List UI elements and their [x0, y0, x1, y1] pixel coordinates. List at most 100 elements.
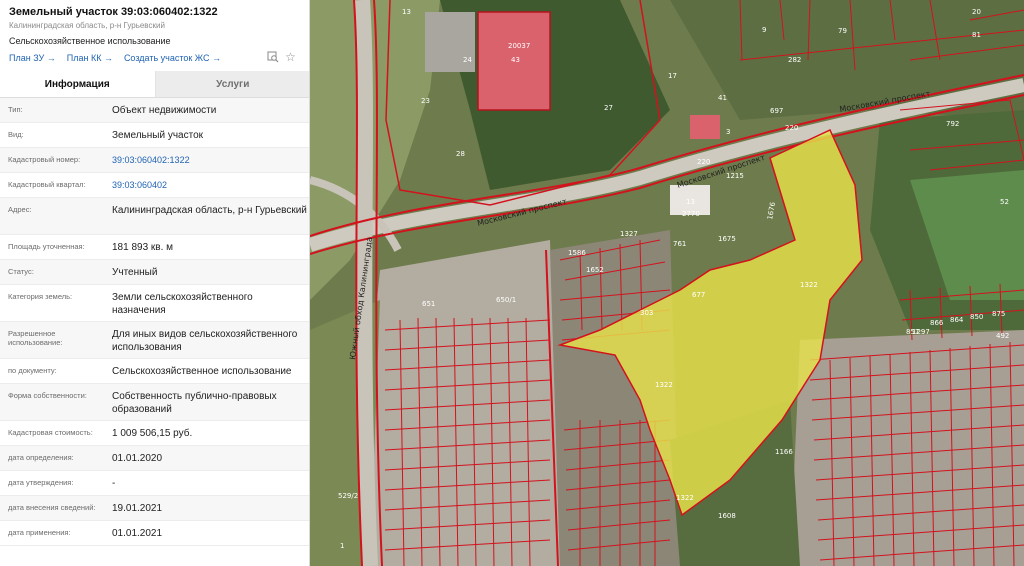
tab-bar: Информация Услуги: [0, 71, 309, 98]
parcel-number: 3: [726, 128, 730, 136]
row-label: дата внесения сведений:: [8, 503, 96, 512]
parcel-number: 866: [930, 319, 944, 327]
parcel-address-short: Калининградская область, р-н Гурьевский: [9, 21, 165, 30]
parcel-number: 1675: [718, 235, 736, 243]
info-row-date-approved: дата утверждения: -: [0, 471, 309, 496]
row-value: Объект недвижимости: [112, 105, 217, 116]
star-icon[interactable]: ☆: [284, 51, 297, 64]
row-value: 01.01.2021: [112, 528, 163, 539]
map-canvas[interactable]: Московский проспект Московский проспект …: [310, 0, 1024, 566]
row-label: Адрес:: [8, 205, 32, 214]
parcel-number: 303: [640, 309, 653, 317]
create-plot-link[interactable]: Создать участок ЖС →: [124, 53, 221, 63]
row-label: Тип:: [8, 105, 23, 114]
parcel-number: 677: [692, 291, 705, 299]
parcel-number: 20: [972, 8, 981, 16]
info-row-land-category: Категория земель: Земли сельскохозяйстве…: [0, 285, 309, 322]
parcel-number: 2770: [682, 210, 700, 218]
parcel-number: 20037: [508, 42, 530, 50]
row-value: 181 893 кв. м: [112, 242, 174, 253]
row-label: Кадастровый номер:: [8, 155, 81, 164]
info-row-cadastral-value: Кадастровая стоимость: 1 009 506,15 руб.: [0, 421, 309, 446]
row-label: Кадастровая стоимость:: [8, 428, 93, 437]
parcel-number: 52: [1000, 198, 1009, 206]
parcel-number: 792: [946, 120, 959, 128]
parcel-number: 651: [422, 300, 435, 308]
parcel-number: 1297: [912, 328, 930, 336]
parcel-number: 650/1: [496, 296, 516, 304]
row-value: Калининградская область, р-н Гурьевский: [112, 205, 307, 216]
parcel-number: 17: [668, 72, 677, 80]
parcel-number: 9: [762, 26, 766, 34]
cadastral-map[interactable]: Московский проспект Московский проспект …: [310, 0, 1024, 566]
parcel-number: 282: [788, 56, 801, 64]
parcel-number-highlight: 1322: [800, 281, 818, 289]
row-label: дата применения:: [8, 528, 71, 537]
parcel-number: 1215: [726, 172, 744, 180]
info-row-cadastral-quarter: Кадастровый квартал: 39:03:060402: [0, 173, 309, 198]
parcel-number: 24: [463, 56, 472, 64]
info-row-address: Адрес: Калининградская область, р-н Гурь…: [0, 198, 309, 235]
parcel-number: 43: [511, 56, 520, 64]
info-row-date-applied: дата применения: 01.01.2021: [0, 521, 309, 546]
parcel-number: 81: [972, 31, 981, 39]
row-value: Земли сельскохозяйственного назначения: [112, 292, 253, 316]
row-label: дата утверждения:: [8, 478, 74, 487]
row-value: 19.01.2021: [112, 503, 163, 514]
plan-links: План ЗУ → План КК → Создать участок ЖС →: [9, 53, 221, 63]
tab-services[interactable]: Услуги: [155, 71, 309, 97]
row-value: 01.01.2020: [112, 453, 163, 464]
search-location-icon[interactable]: [266, 51, 279, 64]
parcel-number: 27: [604, 104, 613, 112]
cadastral-quarter-link[interactable]: 39:03:060402: [112, 179, 307, 192]
parcel-number: 220: [697, 158, 710, 166]
parcel-number: 864: [950, 316, 964, 324]
row-value: Земельный участок: [112, 130, 204, 141]
row-value: Учтенный: [112, 267, 158, 278]
row-label: Вид:: [8, 130, 24, 139]
tab-information[interactable]: Информация: [0, 71, 156, 97]
parcel-number: 1652: [586, 266, 604, 274]
info-panel: Земельный участок 39:03:060402:1322 Кали…: [0, 0, 310, 566]
parcel-number: 23: [421, 97, 430, 105]
row-label: Категория земель:: [8, 292, 73, 301]
parcel-number: 697: [770, 107, 783, 115]
building: [690, 115, 720, 139]
parcel-purpose: Сельскохозяйственное использование: [9, 36, 171, 46]
info-row-type: Тип: Объект недвижимости: [0, 98, 309, 123]
cadastral-number-link[interactable]: 39:03:060402:1322: [112, 154, 307, 167]
parcel-number-highlight: 1322: [655, 381, 673, 389]
info-row-area: Площадь уточненная: 181 893 кв. м: [0, 235, 309, 260]
row-label: дата определения:: [8, 453, 74, 462]
info-row-date-determined: дата определения: 01.01.2020: [0, 446, 309, 471]
parcel-number: 761: [673, 240, 686, 248]
info-row-by-document: по документу: Сельскохозяйственное испол…: [0, 359, 309, 384]
parcel-number: 1166: [775, 448, 793, 456]
row-value: 1 009 506,15 руб.: [112, 428, 193, 439]
parcel-number: 1586: [568, 249, 586, 257]
parcel-number-highlight: 1322: [676, 494, 694, 502]
info-row-permitted-use: Разрешенное использование: Для иных видо…: [0, 322, 309, 359]
info-row-ownership: Форма собственности: Собственность публи…: [0, 384, 309, 421]
row-label: Площадь уточненная:: [8, 242, 85, 251]
plan-kk-link[interactable]: План КК →: [67, 53, 113, 63]
info-row-kind: Вид: Земельный участок: [0, 123, 309, 148]
info-row-cadastral-number: Кадастровый номер: 39:03:060402:1322: [0, 148, 309, 173]
info-row-status: Статус: Учтенный: [0, 260, 309, 285]
parcel-number: 28: [456, 150, 465, 158]
parcel-number: 1608: [718, 512, 736, 520]
plan-zu-link[interactable]: План ЗУ →: [9, 53, 56, 63]
parcel-number: 13: [686, 198, 695, 206]
parcel-number: 41: [718, 94, 727, 102]
parcel-number: 220: [785, 124, 798, 132]
info-table: Тип: Объект недвижимости Вид: Земельный …: [0, 98, 309, 546]
parcel-number: 850: [970, 313, 983, 321]
row-label: Кадастровый квартал:: [8, 180, 86, 189]
row-value: -: [112, 478, 116, 489]
row-label: Форма собственности:: [8, 391, 87, 400]
parcel-number: 492: [996, 332, 1009, 340]
parcel-number: 1: [340, 542, 344, 550]
row-label: Статус:: [8, 267, 34, 276]
row-value: Для иных видов сельскохозяйственного исп…: [112, 329, 298, 353]
row-label: Разрешенное использование:: [8, 329, 63, 347]
